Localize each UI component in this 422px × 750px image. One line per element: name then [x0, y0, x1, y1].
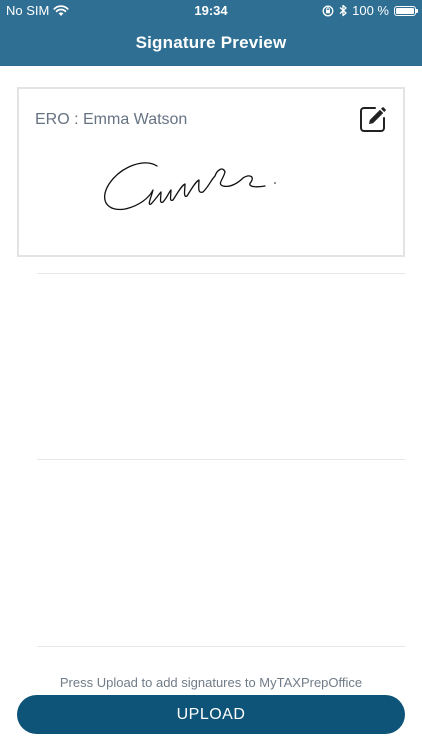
orientation-lock-icon: [322, 5, 334, 16]
battery-percent: 100 %: [352, 3, 389, 18]
page-title: Signature Preview: [135, 33, 287, 52]
battery-level: [396, 7, 414, 14]
divider: [37, 459, 405, 460]
upload-button[interactable]: UPLOAD: [17, 695, 405, 734]
signature-card: ERO : Emma Watson: [17, 87, 405, 257]
edit-icon[interactable]: [358, 104, 388, 134]
signature-image: [104, 162, 276, 211]
bluetooth-icon: [339, 4, 347, 17]
status-bar: No SIM 19:34 100 %: [0, 0, 422, 22]
signer-label: ERO : Emma Watson: [35, 111, 188, 128]
upload-hint: Press Upload to add signatures to MyTAXP…: [59, 675, 363, 690]
battery-icon: [394, 5, 418, 16]
divider: [37, 646, 405, 647]
divider: [37, 273, 405, 274]
status-right: 100 %: [322, 3, 418, 18]
nav-header: No SIM 19:34 100 % Signature Preview: [0, 0, 422, 66]
